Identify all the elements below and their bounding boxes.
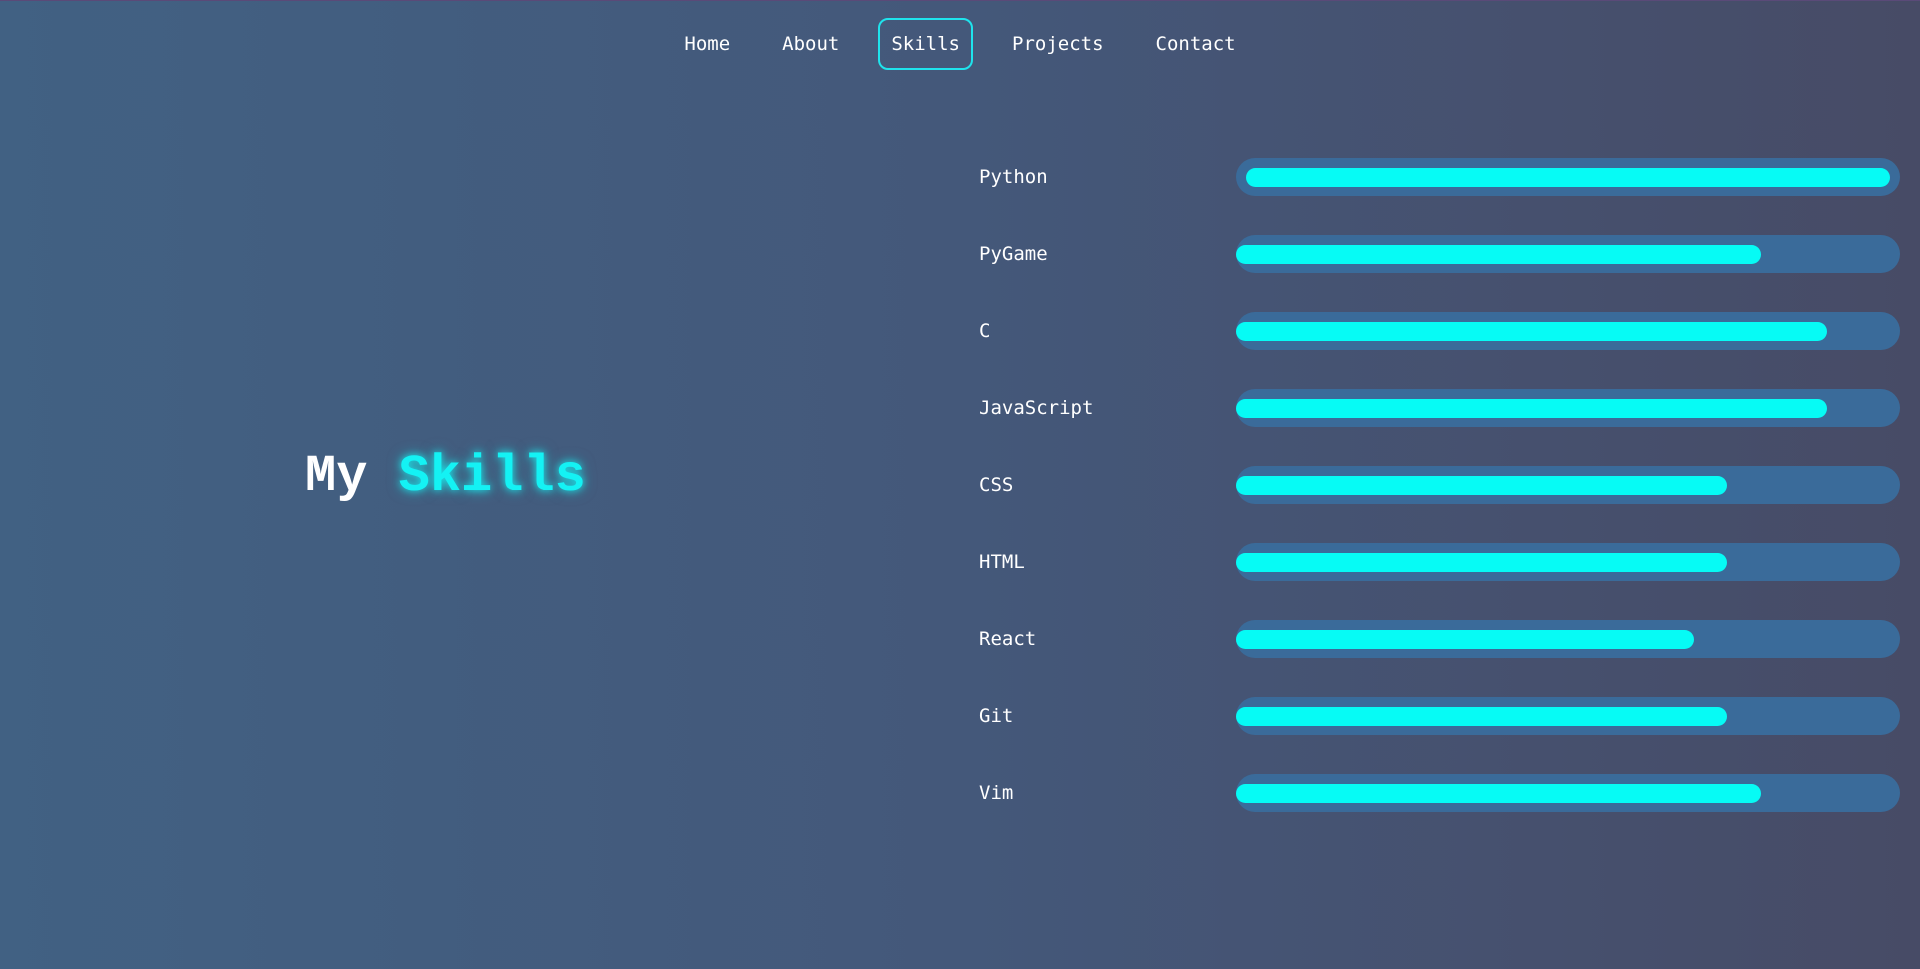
skill-progress-fill	[1236, 553, 1728, 572]
skill-progress-track	[1236, 312, 1900, 350]
page-title-word-my: My	[305, 447, 368, 506]
skill-label: Python	[979, 166, 1048, 188]
nav-link-about[interactable]: About	[769, 18, 852, 70]
page-title-word-skills: Skills	[398, 447, 586, 506]
main-nav: Home About Skills Projects Contact	[0, 18, 1920, 70]
skill-progress-track	[1236, 158, 1900, 196]
top-border	[0, 0, 1920, 1]
skill-progress-track	[1236, 543, 1900, 581]
skill-row-python: Python	[979, 158, 1900, 235]
nav-link-projects[interactable]: Projects	[999, 18, 1117, 70]
skill-progress-fill	[1246, 168, 1890, 187]
skill-progress-fill	[1236, 476, 1728, 495]
skill-progress-track	[1236, 620, 1900, 658]
nav-link-skills[interactable]: Skills	[878, 18, 973, 70]
page-title: My Skills	[305, 447, 586, 507]
skill-progress-fill	[1236, 630, 1695, 649]
skill-progress-fill	[1236, 399, 1827, 418]
nav-link-contact[interactable]: Contact	[1143, 18, 1249, 70]
skill-label: Vim	[979, 782, 1014, 804]
skill-row-git: Git	[979, 697, 1900, 774]
skill-row-javascript: JavaScript	[979, 389, 1900, 466]
skill-progress-fill	[1236, 245, 1761, 264]
skill-progress-fill	[1236, 322, 1827, 341]
skill-row-css: CSS	[979, 466, 1900, 543]
skill-progress-track	[1236, 697, 1900, 735]
skill-progress-track	[1236, 389, 1900, 427]
skill-progress-fill	[1236, 784, 1761, 803]
skill-row-vim: Vim	[979, 774, 1900, 851]
skill-row-pygame: PyGame	[979, 235, 1900, 312]
skill-label: HTML	[979, 551, 1025, 573]
skill-progress-track	[1236, 466, 1900, 504]
skill-progress-track	[1236, 774, 1900, 812]
skill-label: CSS	[979, 474, 1014, 496]
skill-progress-track	[1236, 235, 1900, 273]
skill-label: C	[979, 320, 991, 342]
skill-label: React	[979, 628, 1037, 650]
skill-row-c: C	[979, 312, 1900, 389]
skill-row-html: HTML	[979, 543, 1900, 620]
skill-progress-fill	[1236, 707, 1728, 726]
skill-label: JavaScript	[979, 397, 1094, 419]
skill-label: PyGame	[979, 243, 1048, 265]
skill-row-react: React	[979, 620, 1900, 697]
skills-list: Python PyGame C JavaScript CSS HTML Reac…	[979, 158, 1900, 851]
nav-link-home[interactable]: Home	[671, 18, 743, 70]
skill-label: Git	[979, 705, 1014, 727]
